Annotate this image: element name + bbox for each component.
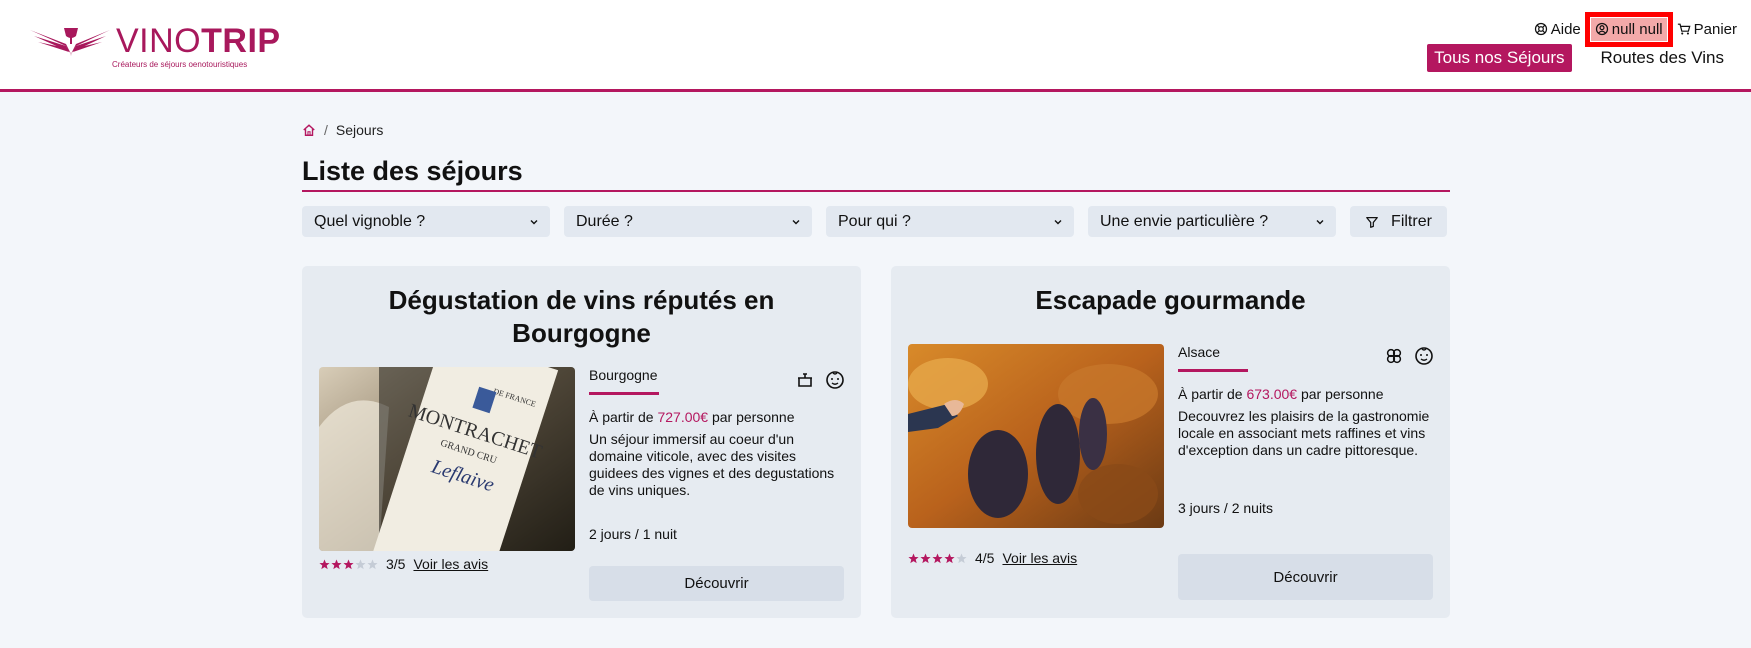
- star-empty-icon: [367, 559, 378, 569]
- breadcrumb-separator: /: [324, 122, 328, 138]
- region-underline: [1178, 369, 1248, 372]
- duration-select[interactable]: Durée ?: [564, 206, 812, 237]
- wine-bottle-photo: MONTRACHET GRAND CRU DE FRANCE Leflaive: [319, 367, 575, 551]
- brand-name-light: VINO: [116, 22, 202, 60]
- funnel-icon: [1366, 216, 1378, 228]
- logo-bird-icon: [30, 28, 110, 56]
- stay-title: Dégustation de vins réputés en Bourgogne: [388, 285, 775, 348]
- help-link[interactable]: Aide: [1534, 21, 1581, 38]
- vinotrip-logo[interactable]: VINOTRIP Créateurs de séjours oenotouris…: [28, 22, 281, 72]
- grape-harvest-photo: [908, 344, 1164, 528]
- stay-rating: 3/5 Voir les avis: [319, 556, 488, 572]
- stay-card: Escapade gourmande Alsace À partir de 67…: [891, 266, 1450, 618]
- vineyard-select[interactable]: Quel vignoble ?: [302, 206, 550, 237]
- star-empty-icon: [956, 553, 967, 563]
- help-label: Aide: [1550, 20, 1581, 38]
- main-content: / Sejours Liste des séjours Quel vignobl…: [302, 120, 1450, 618]
- audience-select[interactable]: Pour qui ?: [826, 206, 1074, 237]
- top-links: Aide null null Panier: [1534, 11, 1737, 47]
- chevron-down-icon: [1316, 219, 1324, 224]
- stay-image-grapes: [908, 344, 1164, 528]
- cart-link[interactable]: Panier: [1677, 21, 1737, 38]
- site-header: VINOTRIP Créateurs de séjours oenotouris…: [0, 0, 1751, 92]
- help-icon: [1534, 22, 1547, 36]
- star-filled-icon: [932, 553, 943, 563]
- cart-icon: [1677, 23, 1691, 35]
- filter-bar: Quel vignoble ? Durée ? Pour qui ? Une e…: [302, 206, 1450, 237]
- stay-duration: 3 jours / 2 nuits: [1178, 500, 1273, 516]
- stay-description: Decouvrez les plaisirs de la gastronomie…: [1178, 408, 1430, 458]
- star-filled-icon: [920, 553, 931, 563]
- filter-button[interactable]: Filtrer: [1350, 206, 1447, 237]
- user-circle-icon: [1595, 22, 1608, 36]
- star-filled-icon: [343, 559, 354, 569]
- chevron-down-icon: [530, 219, 538, 224]
- stay-tag-icons: [795, 370, 845, 390]
- stay-cards: Dégustation de vins réputés en Bourgogne: [302, 266, 1450, 618]
- stay-image-wine-bottle: MONTRACHET GRAND CRU DE FRANCE Leflaive: [319, 367, 575, 551]
- star-empty-icon: [355, 559, 366, 569]
- home-icon[interactable]: [302, 123, 316, 137]
- brand-name-bold: TRIP: [201, 22, 281, 60]
- nav-all-stays[interactable]: Tous nos Séjours: [1427, 44, 1572, 72]
- rating-score: 3/5: [386, 556, 406, 572]
- wish-select-label: Une envie particulière ?: [1100, 212, 1269, 230]
- duration-select-label: Durée ?: [576, 212, 633, 230]
- discover-button[interactable]: Découvrir: [1178, 554, 1433, 600]
- filter-button-label: Filtrer: [1391, 212, 1432, 230]
- stay-price-line: À partir de 727.00€ par personne: [589, 409, 844, 425]
- stay-price: 673.00€: [1246, 386, 1298, 402]
- audience-select-label: Pour qui ?: [838, 212, 911, 230]
- main-nav: Tous nos Séjours Routes des Vins: [1427, 44, 1731, 72]
- star-filled-icon: [908, 553, 919, 563]
- brand-name: VINOTRIP: [116, 23, 281, 59]
- star-rating: [908, 553, 967, 564]
- stay-price: 727.00€: [657, 409, 709, 425]
- chevron-down-icon: [1054, 219, 1062, 224]
- chevron-down-icon: [792, 219, 800, 224]
- page-title: Liste des séjours: [302, 156, 1450, 192]
- star-filled-icon: [331, 559, 342, 569]
- user-label: null null: [1611, 20, 1663, 38]
- user-account-link[interactable]: null null: [1584, 11, 1673, 47]
- flower-icon: [1386, 348, 1402, 364]
- star-rating: [319, 559, 378, 570]
- breadcrumb-current: Sejours: [335, 122, 384, 138]
- rating-score: 4/5: [975, 550, 995, 566]
- stay-rating: 4/5 Voir les avis: [908, 550, 1077, 566]
- stay-description: Un séjour immersif au coeur d'un domaine…: [589, 431, 835, 498]
- vineyard-select-label: Quel vignoble ?: [314, 212, 426, 230]
- stay-duration: 2 jours / 1 nuit: [589, 526, 677, 542]
- stay-card: Dégustation de vins réputés en Bourgogne: [302, 266, 861, 618]
- child-face-icon: [826, 371, 844, 389]
- nav-wine-routes[interactable]: Routes des Vins: [1594, 44, 1731, 72]
- price-suffix: par personne: [1300, 386, 1384, 402]
- cart-label: Panier: [1693, 20, 1737, 38]
- price-prefix: À partir de: [1178, 386, 1243, 402]
- stay-title: Escapade gourmande: [1035, 285, 1306, 315]
- star-filled-icon: [319, 559, 330, 569]
- child-face-icon: [1415, 347, 1433, 365]
- see-reviews-link[interactable]: Voir les avis: [1002, 550, 1077, 566]
- stay-price-line: À partir de 673.00€ par personne: [1178, 386, 1433, 402]
- price-prefix: À partir de: [589, 409, 654, 425]
- price-suffix: par personne: [711, 409, 795, 425]
- cooking-pot-icon: [798, 373, 812, 387]
- region-underline: [589, 392, 659, 395]
- stay-tag-icons: [1384, 346, 1434, 366]
- see-reviews-link[interactable]: Voir les avis: [413, 556, 488, 572]
- wish-select[interactable]: Une envie particulière ?: [1088, 206, 1336, 237]
- star-filled-icon: [944, 553, 955, 563]
- brand-tagline: Créateurs de séjours oenotouristiques: [112, 60, 248, 69]
- breadcrumb: / Sejours: [302, 120, 1450, 140]
- discover-button[interactable]: Découvrir: [589, 566, 844, 601]
